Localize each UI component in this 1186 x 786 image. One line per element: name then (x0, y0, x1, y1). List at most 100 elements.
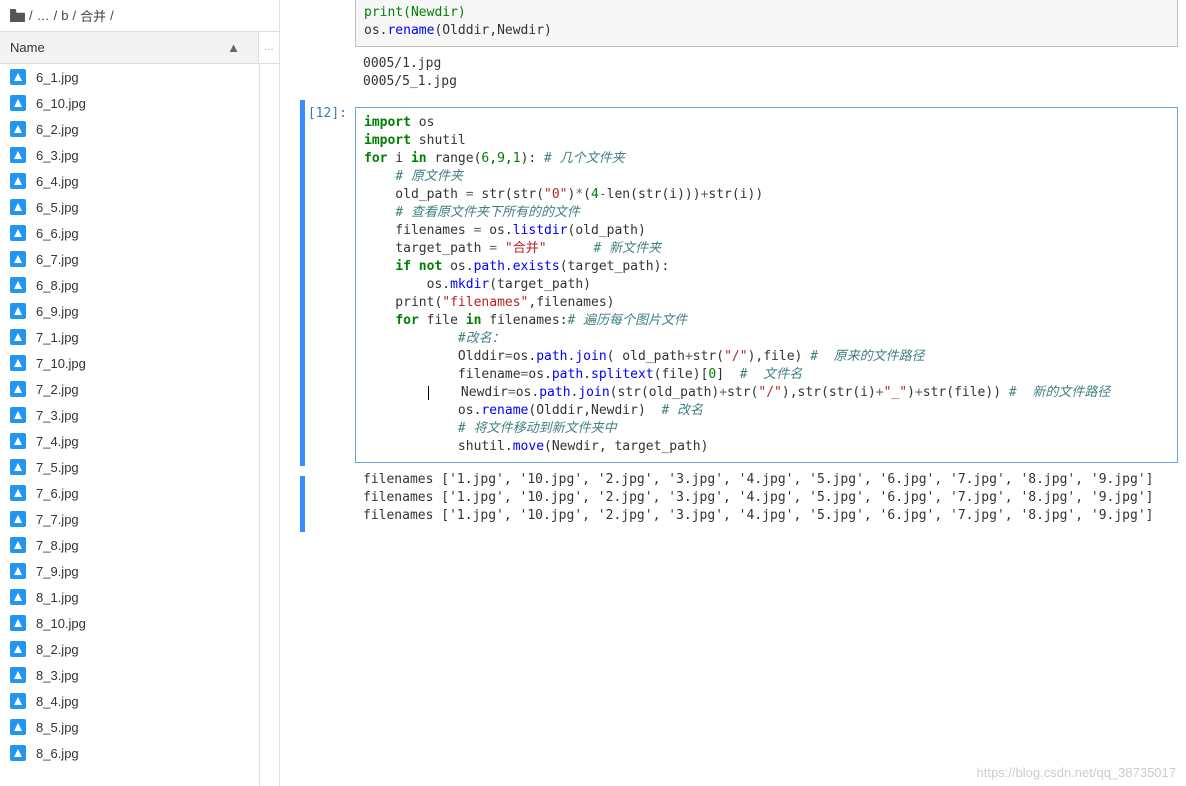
image-file-icon (10, 173, 26, 189)
file-item[interactable]: 7_9.jpg (0, 558, 259, 584)
file-item[interactable]: 7_8.jpg (0, 532, 259, 558)
file-name: 7_4.jpg (36, 434, 79, 449)
file-item[interactable]: 6_9.jpg (0, 298, 259, 324)
file-item[interactable]: 6_5.jpg (0, 194, 259, 220)
file-name: 8_2.jpg (36, 642, 79, 657)
cell-gutter: [12]: (280, 0, 355, 786)
image-file-icon (10, 381, 26, 397)
file-item[interactable]: 6_6.jpg (0, 220, 259, 246)
column-header-modified[interactable]: … (258, 31, 279, 64)
file-name: 8_4.jpg (36, 694, 79, 709)
file-name: 8_10.jpg (36, 616, 86, 631)
file-item[interactable]: 8_5.jpg (0, 714, 259, 740)
image-file-icon (10, 433, 26, 449)
cell-output-prev: 0005/1.jpg 0005/5_1.jpg (355, 51, 1178, 95)
image-file-icon (10, 485, 26, 501)
image-file-icon (10, 225, 26, 241)
file-name: 6_4.jpg (36, 174, 79, 189)
file-item[interactable]: 8_3.jpg (0, 662, 259, 688)
breadcrumb-sep: / (54, 8, 58, 23)
file-name: 7_5.jpg (36, 460, 79, 475)
file-name: 7_6.jpg (36, 486, 79, 501)
breadcrumb[interactable]: / … / b / 合并 / (0, 0, 279, 31)
file-name: 6_2.jpg (36, 122, 79, 137)
image-file-icon (10, 459, 26, 475)
code-cell-prev[interactable]: print(Newdir) os.rename(Olddir,Newdir) (355, 0, 1178, 47)
file-list[interactable]: 6_1.jpg 6_10.jpg 6_2.jpg 6_3.jpg 6_4.jpg 6_5.… (0, 64, 259, 786)
breadcrumb-folder-b[interactable]: b (61, 8, 68, 23)
image-file-icon (10, 69, 26, 85)
file-name: 6_9.jpg (36, 304, 79, 319)
file-item[interactable]: 6_2.jpg (0, 116, 259, 142)
file-item[interactable]: 6_7.jpg (0, 246, 259, 272)
file-name: 6_10.jpg (36, 96, 86, 111)
file-item[interactable]: 7_2.jpg (0, 376, 259, 402)
image-file-icon (10, 329, 26, 345)
column-modified (259, 64, 279, 786)
file-item[interactable]: 7_7.jpg (0, 506, 259, 532)
file-item[interactable]: 8_6.jpg (0, 740, 259, 766)
folder-icon (10, 9, 25, 22)
cell-output-bar (300, 476, 305, 532)
file-name: 7_1.jpg (36, 330, 79, 345)
file-item[interactable]: 7_3.jpg (0, 402, 259, 428)
breadcrumb-dots[interactable]: … (37, 8, 50, 23)
breadcrumb-sep: / (110, 8, 114, 23)
file-item[interactable]: 6_10.jpg (0, 90, 259, 116)
image-file-icon (10, 251, 26, 267)
notebook-content: print(Newdir) os.rename(Olddir,Newdir) 0… (355, 0, 1186, 786)
watermark: https://blog.csdn.net/qq_38735017 (977, 765, 1177, 780)
file-item[interactable]: 6_8.jpg (0, 272, 259, 298)
file-item[interactable]: 8_1.jpg (0, 584, 259, 610)
image-file-icon (10, 693, 26, 709)
file-name: 7_2.jpg (36, 382, 79, 397)
breadcrumb-sep: / (29, 8, 33, 23)
image-file-icon (10, 95, 26, 111)
file-name: 7_7.jpg (36, 512, 79, 527)
file-item[interactable]: 7_10.jpg (0, 350, 259, 376)
breadcrumb-folder-merge[interactable]: 合并 (80, 6, 106, 25)
file-item[interactable]: 6_4.jpg (0, 168, 259, 194)
file-item[interactable]: 8_10.jpg (0, 610, 259, 636)
image-file-icon (10, 199, 26, 215)
image-file-icon (10, 589, 26, 605)
file-name: 8_3.jpg (36, 668, 79, 683)
file-item[interactable]: 7_4.jpg (0, 428, 259, 454)
file-browser-sidebar: / … / b / 合并 / Name ▲ … 6_1.jpg6_10.jpg6… (0, 0, 280, 786)
image-file-icon (10, 407, 26, 423)
file-item[interactable]: 7_1.jpg (0, 324, 259, 350)
file-item[interactable]: 7_6.jpg (0, 480, 259, 506)
notebook-area: [12]: print(Newdir) os.rename(Olddir,New… (280, 0, 1186, 786)
image-file-icon (10, 667, 26, 683)
file-name: 8_5.jpg (36, 720, 79, 735)
file-name: 6_7.jpg (36, 252, 79, 267)
image-file-icon (10, 147, 26, 163)
file-item[interactable]: 6_3.jpg (0, 142, 259, 168)
file-item[interactable]: 6_1.jpg (0, 64, 259, 90)
image-file-icon (10, 537, 26, 553)
file-name: 7_8.jpg (36, 538, 79, 553)
code-cell-12[interactable]: import os import shutil for i in range(6… (355, 107, 1178, 463)
file-item[interactable]: 7_5.jpg (0, 454, 259, 480)
file-name: 6_5.jpg (36, 200, 79, 215)
column-header-label: Name (10, 40, 45, 55)
column-header-name[interactable]: Name ▲ (0, 31, 258, 64)
file-name: 7_3.jpg (36, 408, 79, 423)
cell-active-bar (300, 100, 305, 466)
image-file-icon (10, 303, 26, 319)
cell-output-12: filenames ['1.jpg', '10.jpg', '2.jpg', '… (355, 467, 1178, 529)
image-file-icon (10, 511, 26, 527)
file-name: 6_1.jpg (36, 70, 79, 85)
file-name: 8_6.jpg (36, 746, 79, 761)
image-file-icon (10, 719, 26, 735)
file-name: 7_9.jpg (36, 564, 79, 579)
breadcrumb-sep: / (72, 8, 76, 23)
file-item[interactable]: 8_4.jpg (0, 688, 259, 714)
image-file-icon (10, 641, 26, 657)
file-item[interactable]: 8_2.jpg (0, 636, 259, 662)
text-cursor (428, 386, 429, 400)
image-file-icon (10, 745, 26, 761)
file-name: 6_6.jpg (36, 226, 79, 241)
image-file-icon (10, 615, 26, 631)
image-file-icon (10, 121, 26, 137)
